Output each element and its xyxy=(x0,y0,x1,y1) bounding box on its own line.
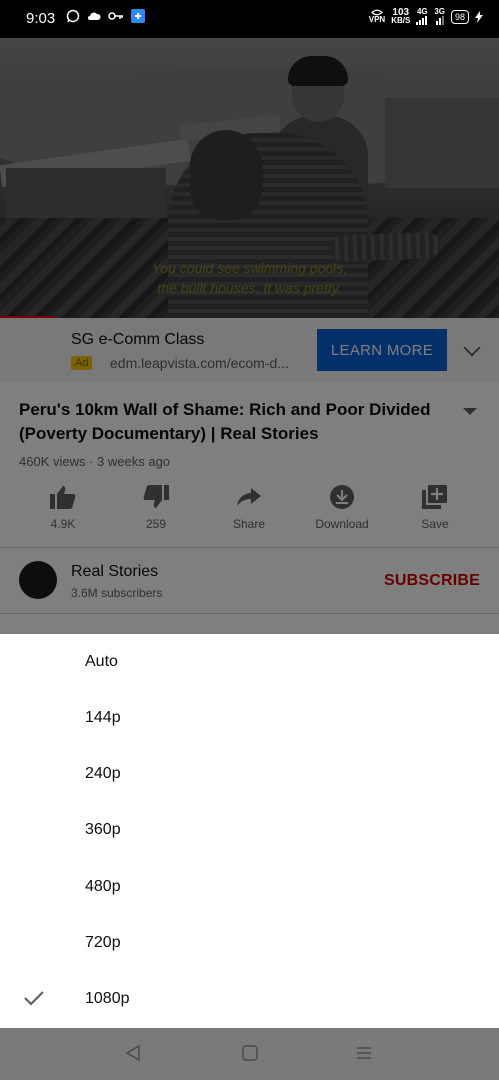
quality-option-label: 1080p xyxy=(85,990,130,1007)
back-icon[interactable] xyxy=(124,1044,142,1062)
quality-option-240p[interactable]: 240p xyxy=(0,747,499,803)
quality-option-label: 360p xyxy=(85,821,121,838)
key-icon xyxy=(108,12,123,20)
quality-option-144p[interactable]: 144p xyxy=(0,691,499,747)
quality-option-480p[interactable]: 480p xyxy=(0,860,499,916)
battery-indicator: 98 xyxy=(450,9,469,24)
signal-3g: 3G xyxy=(434,8,445,25)
notification-icons xyxy=(66,9,145,23)
quality-option-label: 480p xyxy=(85,878,121,895)
status-bar: 9:03 VPN 103 KB/S 4G 3G 98 xyxy=(0,0,499,38)
signal-4g: 4G xyxy=(416,8,428,25)
charging-bolt-icon xyxy=(475,10,483,23)
whatsapp-icon xyxy=(66,9,80,23)
vpn-indicator: VPN xyxy=(369,9,385,24)
quality-option-720p[interactable]: 720p xyxy=(0,916,499,972)
quality-option-label: 144p xyxy=(85,709,121,726)
signal-bars-icon xyxy=(416,16,428,25)
quality-option-1080p[interactable]: 1080p xyxy=(0,972,499,1028)
checkmark-icon xyxy=(24,991,44,1006)
quality-option-360p[interactable]: 360p xyxy=(0,803,499,859)
app-badge-icon xyxy=(131,9,145,23)
home-icon[interactable] xyxy=(241,1044,259,1062)
cloud-icon xyxy=(88,12,101,20)
network-speed: 103 KB/S xyxy=(391,7,411,25)
quality-option-label: Auto xyxy=(85,653,118,670)
quality-option-label: 720p xyxy=(85,934,121,951)
system-icons: VPN 103 KB/S 4G 3G 98 xyxy=(369,8,483,25)
status-time: 9:03 xyxy=(26,10,56,27)
quality-option-auto[interactable]: Auto xyxy=(0,635,499,691)
quality-option-label: 240p xyxy=(85,765,121,782)
quality-menu: Auto 144p 240p 360p 480p 720p 1080p xyxy=(0,634,499,1028)
signal-bars-icon-2 xyxy=(435,16,444,25)
recents-icon[interactable] xyxy=(355,1044,373,1062)
navigation-bar xyxy=(0,1028,499,1080)
